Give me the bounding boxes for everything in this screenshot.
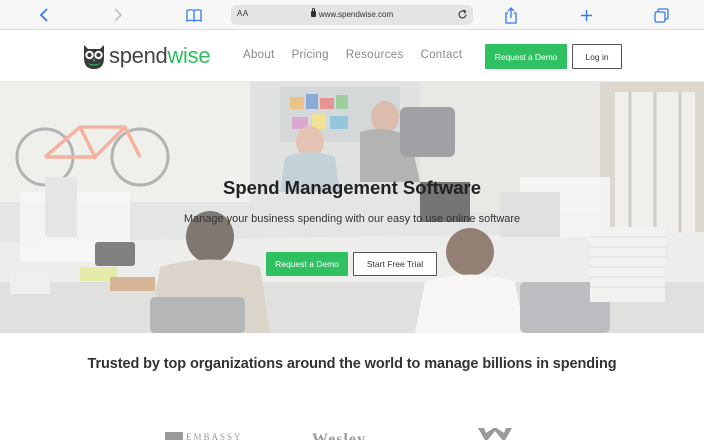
main-nav: About Pricing Resources Contact <box>243 49 479 61</box>
url-field[interactable]: www.spendwise.com <box>231 8 473 19</box>
client-logos: EMBASSY Wesley <box>0 428 704 440</box>
browser-toolbar: AA www.spendwise.com <box>0 0 704 30</box>
bookmarks-icon[interactable] <box>183 4 205 26</box>
nav-contact[interactable]: Contact <box>421 49 463 61</box>
site-header: spendwise About Pricing Resources Contac… <box>0 30 704 82</box>
share-icon[interactable] <box>500 4 522 26</box>
address-bar[interactable]: AA www.spendwise.com <box>231 5 473 25</box>
hero-overlay <box>0 82 704 333</box>
nav-resources[interactable]: Resources <box>346 49 404 61</box>
hero-title: Spend Management Software <box>222 177 481 198</box>
spendwise-logo[interactable]: spendwise <box>82 41 211 71</box>
back-icon[interactable] <box>33 4 55 26</box>
hero-subtitle: Manage your business spending with our e… <box>183 213 521 225</box>
owl-logo-icon <box>84 45 104 69</box>
hero-section: Spend Management Software Manage your bu… <box>0 82 704 333</box>
trusted-heading: Trusted by top organizations around the … <box>87 356 617 372</box>
forward-icon[interactable] <box>107 4 129 26</box>
embassy-logo: EMBASSY <box>165 432 243 440</box>
brand-wordmark: spendwise <box>109 43 211 68</box>
lock-icon <box>310 8 316 17</box>
nav-about[interactable]: About <box>243 49 275 61</box>
w-mark-logo <box>478 428 512 440</box>
wesley-logo: Wesley <box>312 431 366 440</box>
url-text: www.spendwise.com <box>318 10 394 19</box>
tabs-icon[interactable] <box>650 4 672 26</box>
hero-request-demo-button[interactable]: Request a Demo <box>266 252 348 276</box>
nav-pricing[interactable]: Pricing <box>292 49 329 61</box>
reload-icon[interactable] <box>455 7 469 21</box>
new-tab-icon[interactable] <box>575 4 597 26</box>
login-button[interactable]: Log in <box>572 44 622 69</box>
header-request-demo-button[interactable]: Request a Demo <box>485 44 567 69</box>
start-free-trial-button[interactable]: Start Free Trial <box>353 252 437 276</box>
